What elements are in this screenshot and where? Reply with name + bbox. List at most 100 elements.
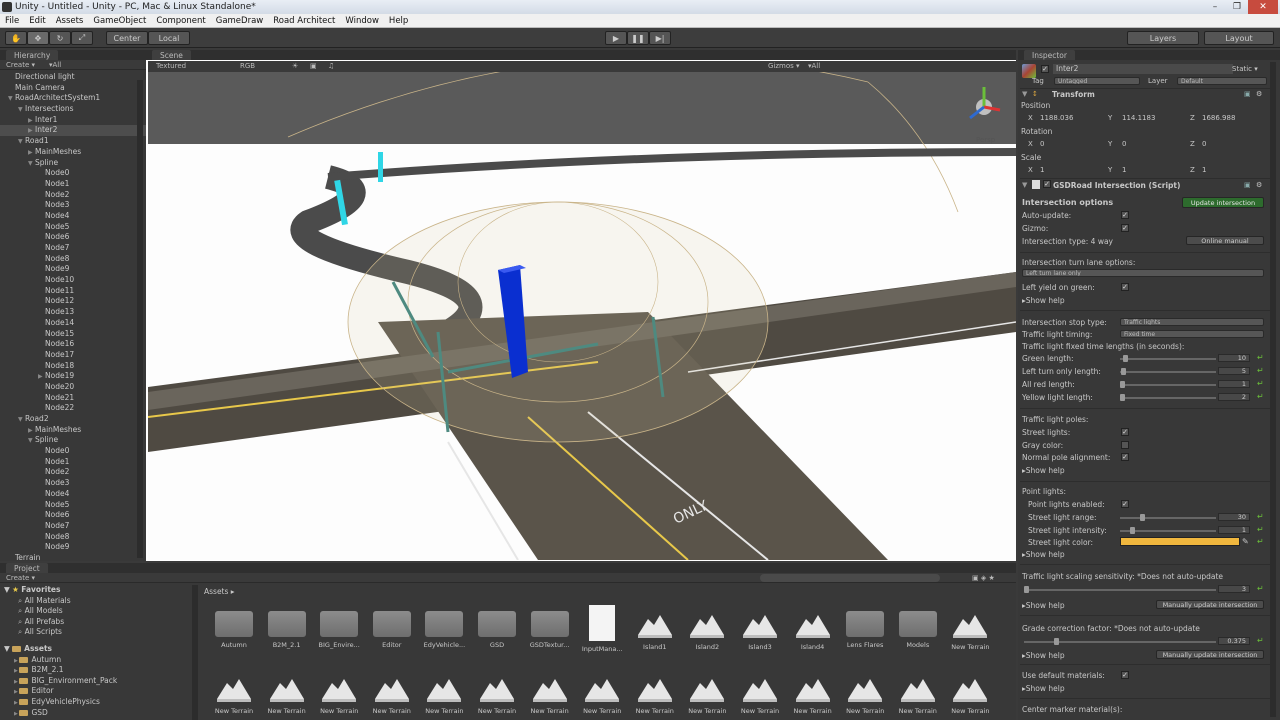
left-turn-length-revert-icon[interactable]: ↵: [1257, 367, 1265, 375]
assets-header[interactable]: ▼ Assets: [0, 644, 190, 655]
hierarchy-scrollbar[interactable]: [137, 80, 143, 558]
street-light-range-slider-thumb[interactable]: [1140, 514, 1145, 521]
scene-viewport[interactable]: ONLY Persp: [148, 72, 1016, 560]
all-red-length-slider-thumb[interactable]: [1120, 381, 1125, 388]
hierarchy-tab[interactable]: Hierarchy: [6, 50, 59, 60]
static-dropdown[interactable]: Static ▾: [1232, 65, 1258, 73]
asset-item[interactable]: Lens Flares: [840, 609, 890, 649]
favorites-header[interactable]: ▼ ★ Favorites: [0, 585, 190, 596]
green-length-slider-thumb[interactable]: [1123, 355, 1128, 362]
hierarchy-item[interactable]: Node7: [0, 521, 146, 532]
left-turn-length-slider-thumb[interactable]: [1121, 368, 1126, 375]
yellow-length-slider-thumb[interactable]: [1120, 394, 1125, 401]
menu-component[interactable]: Component: [151, 16, 210, 26]
close-button[interactable]: ✕: [1248, 0, 1278, 14]
hand-tool-button[interactable]: ✋: [5, 31, 27, 45]
project-tab[interactable]: Project: [6, 563, 48, 573]
grade-correction-revert-icon[interactable]: ↵: [1257, 637, 1265, 645]
hierarchy-item[interactable]: ▶ Node19: [0, 371, 146, 382]
grade-correction-slider[interactable]: [1024, 641, 1216, 643]
settings-gear-icon[interactable]: ⚙: [1256, 90, 1262, 98]
asset-item[interactable]: New Terrain: [262, 673, 312, 715]
scaling-sensitivity-revert-icon[interactable]: ↵: [1257, 585, 1265, 593]
grade-correction-slider-thumb[interactable]: [1054, 638, 1059, 645]
asset-item[interactable]: Models: [893, 609, 943, 649]
color-mode-dropdown[interactable]: RGB: [240, 62, 255, 70]
asset-item[interactable]: GSDTextur...: [525, 609, 575, 649]
asset-item[interactable]: BIG_Envire...: [314, 609, 364, 649]
hierarchy-item[interactable]: Terrain: [0, 553, 146, 561]
active-checkbox[interactable]: ✓: [1041, 65, 1049, 73]
hierarchy-item[interactable]: ▼ Road2: [0, 414, 146, 425]
point-lights-enabled-checkbox[interactable]: ✓: [1121, 500, 1129, 508]
hierarchy-item[interactable]: Node6: [0, 510, 146, 521]
street-light-color-swatch[interactable]: [1120, 537, 1240, 546]
rotation-z-field[interactable]: 0: [1202, 140, 1206, 148]
show-help-toggle[interactable]: ▸Show help: [1022, 296, 1065, 305]
favorite-item[interactable]: ⌕ All Scripts: [0, 627, 190, 638]
asset-item[interactable]: New Terrain: [945, 609, 995, 651]
scene-search[interactable]: ▾All: [808, 62, 820, 70]
asset-item[interactable]: Island1: [630, 609, 680, 651]
asset-folder-item[interactable]: ▶ Autumn: [0, 655, 190, 666]
all-red-length-value[interactable]: 1: [1218, 380, 1250, 388]
all-red-length-revert-icon[interactable]: ↵: [1257, 380, 1265, 388]
asset-item[interactable]: InputMana...: [577, 605, 627, 653]
hierarchy-item[interactable]: Node9: [0, 542, 146, 553]
street-light-color-revert-icon[interactable]: ↵: [1257, 538, 1265, 546]
hierarchy-item[interactable]: Node2: [0, 467, 146, 478]
favorite-item[interactable]: ⌕ All Models: [0, 606, 190, 617]
hierarchy-item[interactable]: ▼ Spline: [0, 435, 146, 446]
asset-item[interactable]: New Terrain: [682, 673, 732, 715]
yellow-length-value[interactable]: 2: [1218, 393, 1250, 401]
object-name-field[interactable]: Inter2: [1053, 64, 1233, 74]
rotate-tool-button[interactable]: ↻: [49, 31, 71, 45]
pivot-center-toggle[interactable]: Center: [106, 31, 148, 45]
hierarchy-item[interactable]: Node13: [0, 307, 146, 318]
street-lights-checkbox[interactable]: ✓: [1121, 428, 1129, 436]
hierarchy-item[interactable]: Node2: [0, 190, 146, 201]
layers-dropdown[interactable]: Layers: [1127, 31, 1199, 45]
asset-folder-item[interactable]: ▶ B2M_2.1: [0, 665, 190, 676]
auto-update-checkbox[interactable]: ✓: [1121, 211, 1129, 219]
green-length-revert-icon[interactable]: ↵: [1257, 354, 1265, 362]
street-light-intensity-revert-icon[interactable]: ↵: [1257, 526, 1265, 534]
asset-item[interactable]: Autumn: [209, 609, 259, 649]
asset-item[interactable]: New Terrain: [472, 673, 522, 715]
yellow-length-revert-icon[interactable]: ↵: [1257, 393, 1265, 401]
materials-show-help-toggle[interactable]: ▸Show help: [1022, 684, 1065, 693]
left-turn-length-value[interactable]: 5: [1218, 367, 1250, 375]
hierarchy-item[interactable]: Node14: [0, 318, 146, 329]
hierarchy-item[interactable]: ▼ Road1: [0, 136, 146, 147]
hierarchy-search[interactable]: ▾All: [49, 61, 61, 69]
asset-item[interactable]: New Terrain: [577, 673, 627, 715]
hierarchy-item[interactable]: ▶ Inter2: [0, 125, 146, 137]
online-manual-button[interactable]: Online manual: [1186, 236, 1264, 245]
turn-lane-dropdown[interactable]: Left turn lane only: [1022, 269, 1264, 277]
grade-show-help-toggle[interactable]: ▸Show help: [1022, 651, 1065, 660]
hierarchy-item[interactable]: Node8: [0, 254, 146, 265]
menu-file[interactable]: File: [0, 16, 24, 26]
asset-item[interactable]: New Terrain: [525, 673, 575, 715]
green-length-slider[interactable]: [1120, 358, 1216, 360]
position-z-field[interactable]: 1686.988: [1202, 114, 1235, 122]
left-turn-length-slider[interactable]: [1120, 371, 1216, 373]
favorite-item[interactable]: ⌕ All Materials: [0, 596, 190, 607]
script-help-icon[interactable]: ▣: [1244, 181, 1251, 189]
timing-dropdown[interactable]: Fixed time: [1120, 330, 1264, 338]
asset-item[interactable]: New Terrain: [419, 673, 469, 715]
hierarchy-item[interactable]: Node4: [0, 489, 146, 500]
hierarchy-item[interactable]: ▼ Spline: [0, 158, 146, 169]
layout-dropdown[interactable]: Layout: [1204, 31, 1274, 45]
favorite-item[interactable]: ⌕ All Prefabs: [0, 617, 190, 628]
hierarchy-item[interactable]: Node0: [0, 168, 146, 179]
manually-update-button-1[interactable]: Manually update intersection: [1156, 600, 1264, 609]
hierarchy-item[interactable]: Node18: [0, 361, 146, 372]
hierarchy-item[interactable]: Node8: [0, 532, 146, 543]
gray-color-checkbox[interactable]: [1121, 441, 1129, 449]
transform-foldout-icon[interactable]: ▼: [1022, 90, 1027, 98]
layer-dropdown[interactable]: Default: [1177, 77, 1267, 85]
asset-item[interactable]: New Terrain: [945, 673, 995, 715]
asset-item[interactable]: New Terrain: [735, 673, 785, 715]
grade-correction-value[interactable]: 0.375: [1218, 637, 1250, 645]
